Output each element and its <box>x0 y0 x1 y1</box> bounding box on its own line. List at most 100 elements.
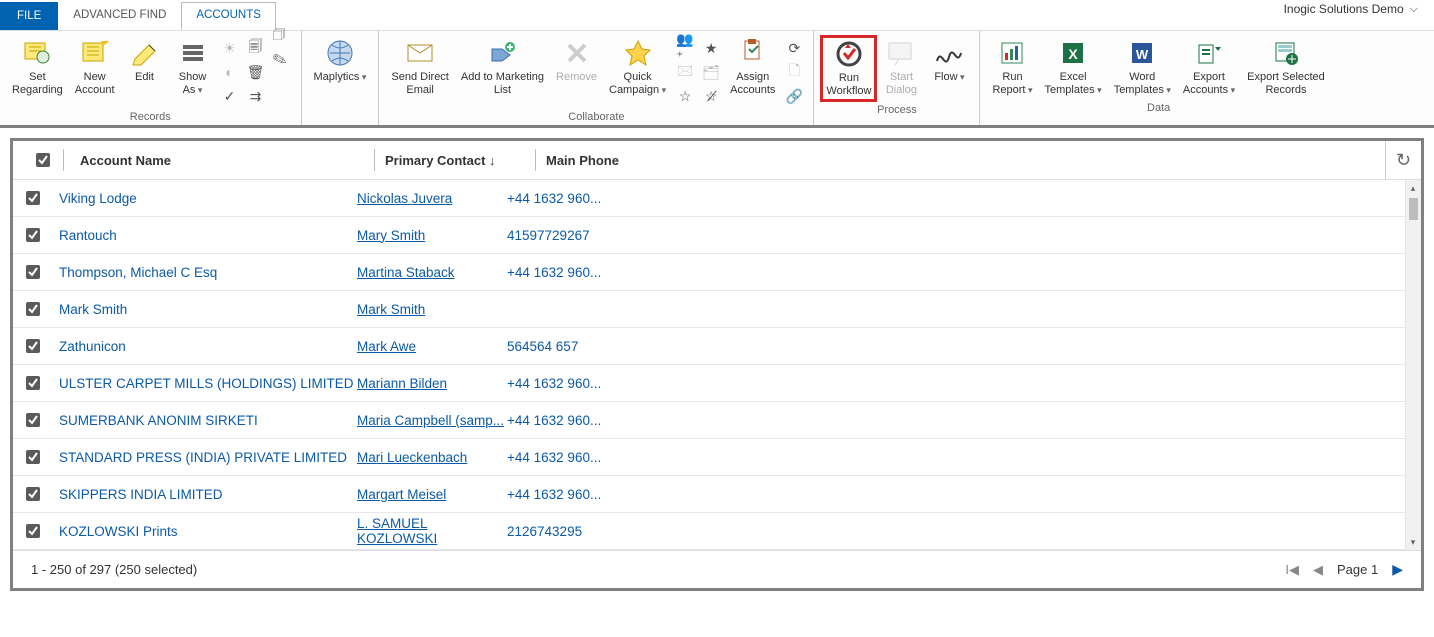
remove-button[interactable]: Remove <box>550 35 603 88</box>
select-all-checkbox[interactable] <box>36 153 50 167</box>
cell-primary-contact[interactable]: Mari Lueckenbach <box>357 450 507 465</box>
cell-account-name[interactable]: KOZLOWSKI Prints <box>53 524 357 539</box>
edit-button[interactable]: Edit <box>121 35 169 88</box>
row-checkbox[interactable] <box>26 450 40 464</box>
cell-main-phone[interactable]: +44 1632 960... <box>507 413 807 428</box>
refresh-button[interactable]: ↻ <box>1385 141 1421 179</box>
flow-button[interactable]: Flow <box>925 35 973 88</box>
cell-account-name[interactable]: Zathunicon <box>53 339 357 354</box>
cell-main-phone[interactable]: +44 1632 960... <box>507 191 807 206</box>
start-dialog-button[interactable]: Start Dialog <box>877 35 925 100</box>
merge-icon[interactable]: ⇉ <box>247 87 265 105</box>
cell-main-phone[interactable]: +44 1632 960... <box>507 450 807 465</box>
add-to-marketing-list-button[interactable]: Add to Marketing List <box>455 35 550 100</box>
excel-templates-button[interactable]: X Excel Templates <box>1039 35 1108 100</box>
scrollbar-vertical[interactable]: ▴ ▾ <box>1405 180 1421 550</box>
document-icon[interactable]: 🗐 <box>247 39 265 57</box>
star-solid-icon[interactable]: ★ <box>702 39 720 57</box>
cell-primary-contact[interactable]: Mark Smith <box>357 302 507 317</box>
detect-duplicates-icon[interactable]: 🗇✎ <box>273 39 291 57</box>
table-row[interactable]: Viking LodgeNickolas Juvera+44 1632 960.… <box>13 180 1421 217</box>
cell-account-name[interactable]: Thompson, Michael C Esq <box>53 265 357 280</box>
table-row[interactable]: ZathuniconMark Awe564564 657 <box>13 328 1421 365</box>
scroll-up-icon[interactable]: ▴ <box>1405 180 1421 196</box>
row-checkbox[interactable] <box>26 191 40 205</box>
cell-account-name[interactable]: Mark Smith <box>53 302 357 317</box>
row-checkbox[interactable] <box>26 228 40 242</box>
cell-primary-contact[interactable]: Margart Meisel <box>357 487 507 502</box>
row-checkbox[interactable] <box>26 302 40 316</box>
scroll-thumb[interactable] <box>1409 198 1418 220</box>
table-row[interactable]: Mark SmithMark Smith <box>13 291 1421 328</box>
activate-icon[interactable]: ☀ <box>221 39 239 57</box>
scroll-down-icon[interactable]: ▾ <box>1405 534 1421 550</box>
row-checkbox[interactable] <box>26 487 40 501</box>
table-row[interactable]: KOZLOWSKI PrintsL. SAMUEL KOZLOWSKI21267… <box>13 513 1421 550</box>
maplytics-button[interactable]: Maplytics <box>308 35 373 88</box>
table-row[interactable]: SUMERBANK ANONIM SIRKETIMaria Campbell (… <box>13 402 1421 439</box>
table-row[interactable]: RantouchMary Smith41597729267 <box>13 217 1421 254</box>
cell-primary-contact[interactable]: L. SAMUEL KOZLOWSKI <box>357 516 507 546</box>
prev-page-button[interactable]: ◀ <box>1313 562 1323 578</box>
row-checkbox[interactable] <box>26 265 40 279</box>
delete-icon[interactable]: 🗑 <box>247 63 265 81</box>
export-accounts-button[interactable]: Export Accounts <box>1177 35 1241 100</box>
column-main-phone[interactable]: Main Phone <box>546 153 846 168</box>
share-icon[interactable]: 👥⁺ <box>676 39 694 57</box>
table-row[interactable]: Thompson, Michael C EsqMartina Staback+4… <box>13 254 1421 291</box>
cell-main-phone[interactable]: +44 1632 960... <box>507 487 807 502</box>
cell-primary-contact[interactable]: Martina Staback <box>357 265 507 280</box>
connect-icon[interactable]: 🖂 <box>676 63 694 81</box>
cell-main-phone[interactable]: +44 1632 960... <box>507 265 807 280</box>
table-row[interactable]: STANDARD PRESS (INDIA) PRIVATE LIMITEDMa… <box>13 439 1421 476</box>
collapse-ribbon-icon[interactable]: ⌵ <box>1410 3 1418 16</box>
cell-account-name[interactable]: SKIPPERS INDIA LIMITED <box>53 487 357 502</box>
cell-primary-contact[interactable]: Mariann Bilden <box>357 376 507 391</box>
row-checkbox[interactable] <box>26 524 40 538</box>
cell-primary-contact[interactable]: Maria Campbell (samp... <box>357 413 507 428</box>
queue-icon[interactable]: 🗂 <box>702 63 720 81</box>
cell-primary-contact[interactable]: Nickolas Juvera <box>357 191 507 206</box>
row-checkbox[interactable] <box>26 413 40 427</box>
show-as-button[interactable]: Show As <box>169 35 217 100</box>
send-direct-email-button[interactable]: Send Direct Email <box>385 35 454 100</box>
cell-account-name[interactable]: ULSTER CARPET MILLS (HOLDINGS) LIMITED <box>53 376 357 391</box>
sync-icon[interactable]: ⟳ <box>785 39 803 57</box>
cell-account-name[interactable]: Viking Lodge <box>53 191 357 206</box>
tab-file[interactable]: FILE <box>0 2 58 30</box>
new-account-button[interactable]: New Account <box>69 35 121 100</box>
assign-accounts-button[interactable]: Assign Accounts <box>724 35 781 100</box>
cell-account-name[interactable]: STANDARD PRESS (INDIA) PRIVATE LIMITED <box>53 450 357 465</box>
run-report-button[interactable]: Run Report <box>986 35 1038 100</box>
set-regarding-button[interactable]: Set Regarding <box>6 35 69 100</box>
row-checkbox[interactable] <box>26 376 40 390</box>
cell-main-phone[interactable]: +44 1632 960... <box>507 376 807 391</box>
first-page-button[interactable]: I◀ <box>1285 562 1299 578</box>
cell-main-phone[interactable]: 41597729267 <box>507 228 807 243</box>
export-selected-button[interactable]: Export Selected Records <box>1241 35 1331 100</box>
tab-advanced-find[interactable]: ADVANCED FIND <box>58 2 181 30</box>
cell-main-phone[interactable]: 2126743295 <box>507 524 807 539</box>
copy-link-icon[interactable]: 🗋 <box>785 63 803 81</box>
unfollow-icon[interactable]: ☆̸ <box>702 87 720 105</box>
table-row[interactable]: SKIPPERS INDIA LIMITEDMargart Meisel+44 … <box>13 476 1421 513</box>
excel-icon: X <box>1057 37 1089 69</box>
run-workflow-button[interactable]: Run Workflow <box>820 35 877 102</box>
follow-icon[interactable]: ☆ <box>676 87 694 105</box>
link-icon[interactable]: 🔗 <box>785 87 803 105</box>
column-account-name[interactable]: Account Name <box>74 153 374 168</box>
column-primary-contact[interactable]: Primary Contact ↓ <box>385 153 535 168</box>
cell-account-name[interactable]: Rantouch <box>53 228 357 243</box>
cell-primary-contact[interactable]: Mark Awe <box>357 339 507 354</box>
tab-accounts[interactable]: ACCOUNTS <box>181 2 276 30</box>
cell-primary-contact[interactable]: Mary Smith <box>357 228 507 243</box>
table-row[interactable]: ULSTER CARPET MILLS (HOLDINGS) LIMITEDMa… <box>13 365 1421 402</box>
cell-account-name[interactable]: SUMERBANK ANONIM SIRKETI <box>53 413 357 428</box>
quick-campaign-button[interactable]: Quick Campaign <box>603 35 672 100</box>
row-checkbox[interactable] <box>26 339 40 353</box>
check-icon[interactable]: ✓ <box>221 87 239 105</box>
word-templates-button[interactable]: W Word Templates <box>1108 35 1177 100</box>
next-page-button[interactable]: ▶ <box>1392 561 1403 578</box>
deactivate-icon[interactable]: ◐ <box>221 63 239 81</box>
cell-main-phone[interactable]: 564564 657 <box>507 339 807 354</box>
